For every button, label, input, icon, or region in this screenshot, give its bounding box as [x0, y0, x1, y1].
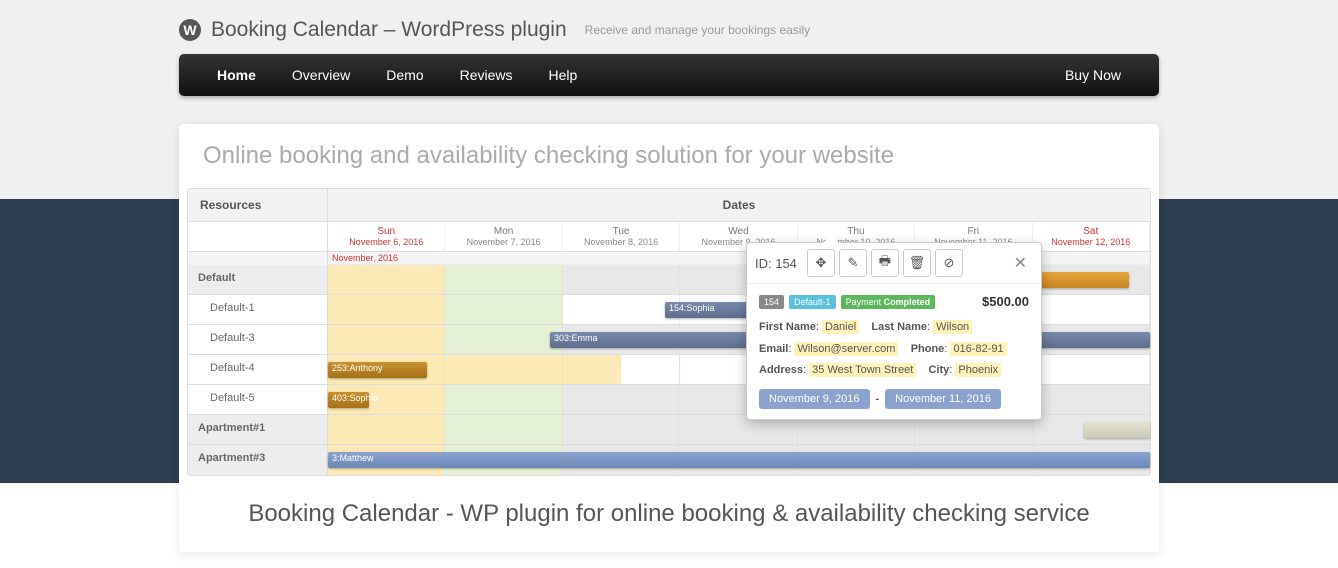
- nav-help[interactable]: Help: [531, 54, 596, 96]
- date-separator: -: [876, 393, 880, 405]
- move-icon[interactable]: ✥: [807, 249, 835, 277]
- site-header: W Booking Calendar – WordPress plugin Re…: [179, 0, 1159, 54]
- close-icon[interactable]: ✕: [1008, 249, 1033, 277]
- first-name-label: First Name: [759, 321, 816, 333]
- address-value: 35 West Town Street: [809, 363, 916, 377]
- nav-buy-now[interactable]: Buy Now: [1047, 54, 1139, 96]
- booking-apartment1[interactable]: [1084, 422, 1150, 438]
- booking-price: $500.00: [982, 294, 1029, 309]
- print-icon[interactable]: 🖶: [871, 249, 899, 277]
- date-from-badge: November 9, 2016: [759, 389, 870, 409]
- nav-home[interactable]: Home: [199, 54, 274, 96]
- email-value: Wilson@server.com: [794, 342, 898, 356]
- page-title: Online booking and availability checking…: [179, 124, 1159, 188]
- badge-booking-id: 154: [759, 295, 784, 309]
- email-label: Email: [759, 343, 788, 355]
- day-sat: SatNovember 12, 2016: [1033, 222, 1150, 251]
- edit-icon[interactable]: ✎: [839, 249, 867, 277]
- bottom-heading: Booking Calendar - WP plugin for online …: [179, 476, 1159, 552]
- phone-value: 016-82-91: [950, 342, 1006, 356]
- resource-row-apartment-1: Apartment#1: [188, 415, 1150, 445]
- nav-reviews[interactable]: Reviews: [442, 54, 531, 96]
- city-label: City: [928, 364, 949, 376]
- resource-row-apartment-3: Apartment#3 3:Matthew: [188, 445, 1150, 475]
- resources-header: Resources: [188, 189, 328, 221]
- main-navbar: Home Overview Demo Reviews Help Buy Now: [179, 54, 1159, 96]
- date-to-badge: November 11, 2016: [885, 389, 1001, 409]
- site-tagline: Receive and manage your bookings easily: [585, 23, 810, 37]
- content-box: Online booking and availability checking…: [179, 124, 1159, 552]
- nav-overview[interactable]: Overview: [274, 54, 368, 96]
- last-name-value: Wilson: [933, 320, 972, 334]
- site-title: Booking Calendar – WordPress plugin: [211, 18, 567, 42]
- trash-icon[interactable]: 🗑: [903, 249, 931, 277]
- nav-demo[interactable]: Demo: [368, 54, 441, 96]
- booking-details-popup: ID: 154 ✥ ✎ 🖶 🗑 ⊘ ✕ 154 Default-1 Paymen…: [746, 242, 1042, 420]
- deny-icon[interactable]: ⊘: [935, 249, 963, 277]
- booking-403[interactable]: 403:Sophia: [328, 392, 369, 408]
- day-sun: SunNovember 6, 2016: [328, 222, 445, 251]
- day-mon: MonNovember 7, 2016: [445, 222, 562, 251]
- last-name-label: Last Name: [871, 321, 927, 333]
- day-tue: TueNovember 8, 2016: [563, 222, 680, 251]
- wordpress-logo-icon: W: [179, 19, 201, 41]
- calendar: Resources Dates SunNovember 6, 2016 MonN…: [187, 188, 1151, 476]
- first-name-value: Daniel: [822, 320, 859, 334]
- booking-253[interactable]: 253:Anthony: [328, 362, 427, 378]
- phone-label: Phone: [911, 343, 945, 355]
- popup-id-label: ID: 154: [755, 256, 797, 271]
- booking-3[interactable]: 3:Matthew: [328, 452, 1150, 468]
- city-value: Phoenix: [955, 363, 1001, 377]
- badge-payment-status: Payment Completed: [841, 295, 936, 309]
- badge-resource: Default-1: [789, 295, 836, 309]
- dates-header: Dates: [328, 189, 1150, 221]
- address-label: Address: [759, 364, 803, 376]
